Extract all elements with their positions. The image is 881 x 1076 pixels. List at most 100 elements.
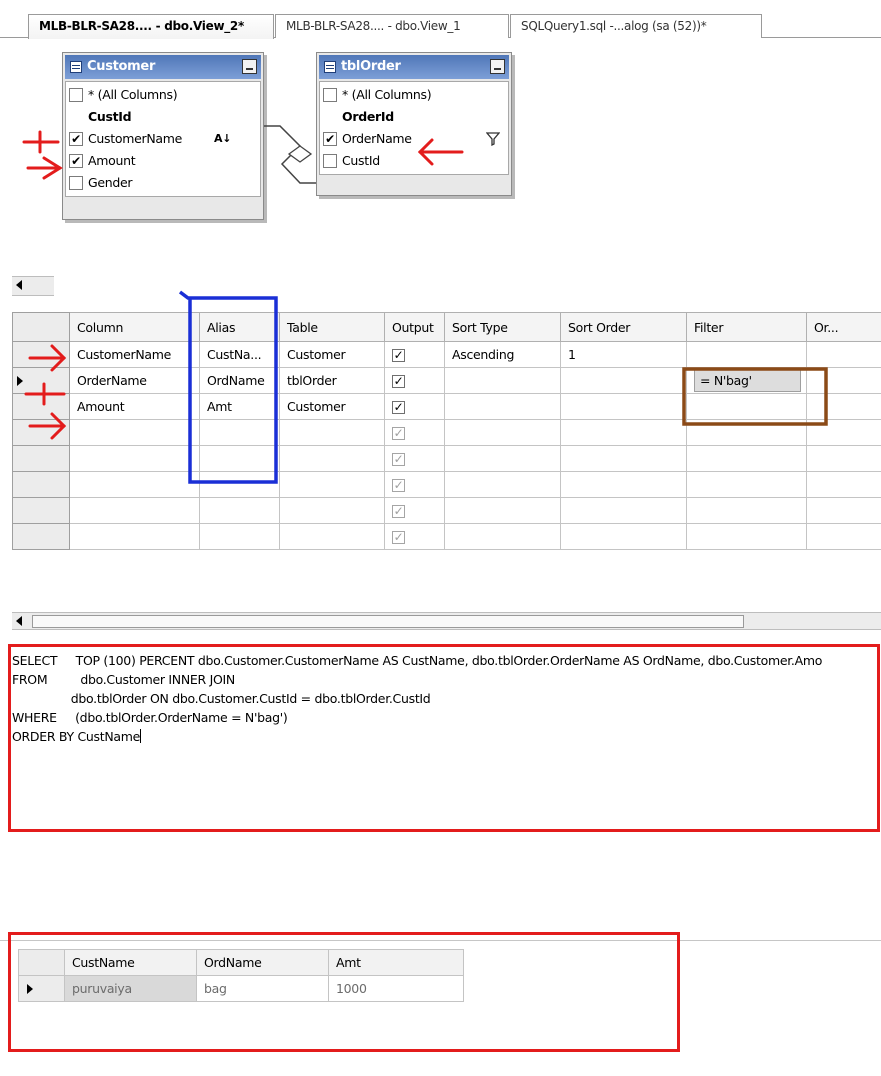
cell-or[interactable] — [806, 393, 881, 420]
row-selector[interactable] — [12, 471, 70, 498]
header-sort-order[interactable]: Sort Order — [560, 312, 687, 342]
tab-view-1[interactable]: MLB-BLR-SA28.... - dbo.View_1 — [275, 14, 509, 38]
output-checkbox[interactable]: ✓ — [392, 427, 405, 440]
output-checkbox[interactable]: ✓ — [392, 531, 405, 544]
cell-filter[interactable] — [686, 523, 807, 550]
grid-horizontal-scrollbar[interactable] — [12, 612, 881, 630]
row-selector[interactable] — [12, 367, 70, 394]
diagram-scrollbar[interactable] — [12, 276, 54, 296]
cell-column[interactable]: OrderName — [69, 367, 200, 394]
cell-output[interactable]: ✓ — [384, 341, 445, 368]
criteria-row-empty[interactable]: ✓ — [12, 523, 881, 550]
cell-output[interactable]: ✓ — [384, 419, 445, 446]
header-sort-type[interactable]: Sort Type — [444, 312, 561, 342]
cell-sort-type[interactable] — [444, 445, 561, 472]
header-filter[interactable]: Filter — [686, 312, 807, 342]
cell-table[interactable]: Customer — [279, 341, 385, 368]
cell-alias[interactable]: OrdName — [199, 367, 280, 394]
scroll-left-icon[interactable] — [16, 616, 22, 626]
header-or[interactable]: Or... — [806, 312, 881, 342]
cell-filter[interactable]: = N'bag' — [686, 367, 807, 394]
cell-table[interactable] — [279, 523, 385, 550]
cell-alias[interactable] — [199, 445, 280, 472]
cell-filter[interactable] — [686, 497, 807, 524]
cell-sort-order[interactable] — [560, 471, 687, 498]
row-selector[interactable] — [12, 341, 70, 368]
cell-output[interactable]: ✓ — [384, 523, 445, 550]
cell-alias[interactable]: CustNa... — [199, 341, 280, 368]
cell-sort-type[interactable]: Ascending — [444, 341, 561, 368]
cell-sort-type[interactable] — [444, 497, 561, 524]
cell-output[interactable]: ✓ — [384, 393, 445, 420]
output-checkbox[interactable]: ✓ — [392, 453, 405, 466]
cell-amt[interactable]: 1000 — [328, 975, 464, 1002]
cell-alias[interactable] — [199, 497, 280, 524]
cell-table[interactable] — [279, 471, 385, 498]
cell-sort-order[interactable] — [560, 523, 687, 550]
cell-sort-order[interactable] — [560, 419, 687, 446]
output-checkbox[interactable]: ✓ — [392, 349, 405, 362]
criteria-row-empty[interactable]: ✓ — [12, 445, 881, 472]
header-table[interactable]: Table — [279, 312, 385, 342]
output-checkbox[interactable]: ✓ — [392, 401, 405, 414]
cell-or[interactable] — [806, 445, 881, 472]
cell-sort-order[interactable] — [560, 497, 687, 524]
sql-text[interactable]: SELECT TOP (100) PERCENT dbo.Customer.Cu… — [12, 651, 822, 746]
cell-column[interactable] — [69, 419, 200, 446]
tab-sqlquery1[interactable]: SQLQuery1.sql -...alog (sa (52))* — [510, 14, 762, 38]
cell-output[interactable]: ✓ — [384, 497, 445, 524]
cell-filter[interactable] — [686, 341, 807, 368]
output-checkbox[interactable]: ✓ — [392, 505, 405, 518]
cell-sort-order[interactable] — [560, 367, 687, 394]
criteria-row[interactable]: CustomerName CustNa... Customer ✓ Ascend… — [12, 341, 881, 368]
output-checkbox[interactable]: ✓ — [392, 479, 405, 492]
scrollbar-thumb[interactable] — [32, 615, 744, 628]
cell-output[interactable]: ✓ — [384, 445, 445, 472]
scroll-left-icon[interactable] — [16, 280, 22, 290]
row-selector[interactable] — [12, 497, 70, 524]
row-selector[interactable] — [12, 445, 70, 472]
cell-table[interactable]: tblOrder — [279, 367, 385, 394]
header-column[interactable]: Column — [69, 312, 200, 342]
row-selector[interactable] — [18, 975, 65, 1002]
sql-pane[interactable]: SELECT TOP (100) PERCENT dbo.Customer.Cu… — [0, 645, 881, 830]
cell-or[interactable] — [806, 471, 881, 498]
output-checkbox[interactable]: ✓ — [392, 375, 405, 388]
criteria-row[interactable]: OrderName OrdName tblOrder ✓ = N'bag' — [12, 367, 881, 394]
cell-sort-type[interactable] — [444, 471, 561, 498]
cell-filter[interactable] — [686, 419, 807, 446]
criteria-row[interactable]: Amount Amt Customer ✓ — [12, 393, 881, 420]
cell-sort-order[interactable] — [560, 393, 687, 420]
cell-table[interactable] — [279, 445, 385, 472]
cell-or[interactable] — [806, 367, 881, 394]
cell-or[interactable] — [806, 523, 881, 550]
cell-sort-order[interactable]: 1 — [560, 341, 687, 368]
cell-output[interactable]: ✓ — [384, 471, 445, 498]
header-amt[interactable]: Amt — [328, 949, 464, 976]
cell-table[interactable] — [279, 419, 385, 446]
cell-filter[interactable] — [686, 471, 807, 498]
row-selector[interactable] — [12, 419, 70, 446]
cell-alias[interactable] — [199, 523, 280, 550]
row-selector[interactable] — [12, 523, 70, 550]
cell-or[interactable] — [806, 497, 881, 524]
cell-ordname[interactable]: bag — [196, 975, 329, 1002]
join-relationship-line[interactable] — [0, 38, 881, 275]
cell-alias[interactable] — [199, 471, 280, 498]
row-selector[interactable] — [12, 393, 70, 420]
cell-alias[interactable] — [199, 419, 280, 446]
cell-filter[interactable] — [686, 393, 807, 420]
criteria-row-empty[interactable]: ✓ — [12, 497, 881, 524]
cell-sort-type[interactable] — [444, 419, 561, 446]
cell-sort-type[interactable] — [444, 523, 561, 550]
cell-column[interactable]: Amount — [69, 393, 200, 420]
cell-column[interactable] — [69, 445, 200, 472]
tab-view-2[interactable]: MLB-BLR-SA28.... - dbo.View_2* — [28, 14, 274, 39]
cell-alias[interactable]: Amt — [199, 393, 280, 420]
cell-table[interactable] — [279, 497, 385, 524]
cell-sort-type[interactable] — [444, 367, 561, 394]
results-row[interactable]: puruvaiya bag 1000 — [18, 975, 464, 1002]
cell-sort-type[interactable] — [444, 393, 561, 420]
cell-sort-order[interactable] — [560, 445, 687, 472]
criteria-row-empty[interactable]: ✓ — [12, 419, 881, 446]
